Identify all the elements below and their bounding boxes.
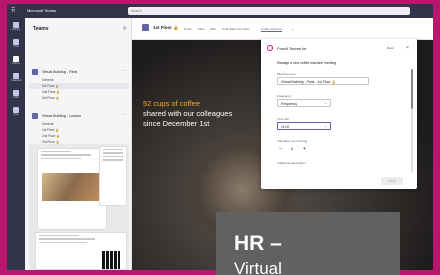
dialog-scrollbar[interactable] xyxy=(411,69,413,173)
team-avatar xyxy=(32,69,38,75)
tab-wiki[interactable]: Wiki xyxy=(210,27,216,31)
meeting-room-label: Meeting room xyxy=(277,72,296,76)
save-button[interactable]: Save xyxy=(381,177,403,185)
increment-button[interactable]: + xyxy=(303,146,306,152)
app-name: Microsoft Teams xyxy=(27,8,57,13)
dialog-header: Poncif Teams for Back × xyxy=(261,39,417,56)
tab-posts[interactable]: Posts xyxy=(184,27,192,31)
coffee-meeting-dialog: Poncif Teams for Back × Manage a new cof… xyxy=(261,39,417,189)
attendees-label: Attendees per meeting xyxy=(277,139,308,143)
rail-item-teams[interactable]: Teams xyxy=(11,56,21,69)
team-photo-image xyxy=(42,173,100,201)
close-icon[interactable]: × xyxy=(406,45,409,51)
rail-item-files[interactable]: Files xyxy=(11,107,21,120)
meeting-room-field[interactable]: Virtual Building - Paris - 1st Floor 🔒 xyxy=(277,77,369,85)
caption-box: HR – Virtual xyxy=(216,212,400,275)
channel-avatar xyxy=(142,24,149,31)
app-logo-icon xyxy=(267,45,273,51)
chevron-down-icon: ⌄ xyxy=(324,124,327,128)
stat-line-3: since December 1st xyxy=(143,119,210,128)
rail-item-calls[interactable]: Calls xyxy=(11,90,21,103)
more-options-icon[interactable]: ··· xyxy=(121,68,125,73)
decrement-button[interactable]: − xyxy=(279,146,282,152)
dialog-footer: Save xyxy=(261,177,417,189)
app-rail: Activity Chat Teams Calendar Calls Files xyxy=(7,18,25,270)
time-slot-label: Time slot xyxy=(277,117,290,121)
frequency-label: Frequency xyxy=(277,94,292,98)
back-button[interactable]: Back xyxy=(387,46,394,50)
frequency-select[interactable]: Frequency ⌄ xyxy=(277,99,331,107)
chevron-down-icon: ⌄ xyxy=(324,101,327,105)
screenshot-collage xyxy=(29,144,129,270)
sidebar-page-image xyxy=(99,146,127,206)
channel-header: 1st Floor 🔒 Posts Files Wiki Cold Water … xyxy=(132,18,433,40)
time-slot-select[interactable]: 11:00 ⌄ xyxy=(277,122,331,130)
stat-line-2: shared with our colleagues xyxy=(143,109,233,118)
coffee-count: 52 cups of coffee xyxy=(143,99,200,108)
team-name: Virtual Building - London xyxy=(42,114,82,118)
team-london[interactable]: Virtual Building - London ··· General 1s… xyxy=(29,112,129,145)
attendees-value[interactable]: 5 xyxy=(291,147,293,151)
document-page-image xyxy=(35,232,127,270)
channel-item[interactable]: 3rd Floor 🔒 xyxy=(29,95,129,101)
team-avatar xyxy=(32,113,38,119)
meeting-room-value: Virtual Building - Paris - 1st Floor 🔒 xyxy=(281,80,336,84)
search-input[interactable]: Search xyxy=(128,7,410,15)
panel-title: Teams xyxy=(33,26,49,32)
frequency-value: Frequency xyxy=(281,102,298,106)
rail-item-activity[interactable]: Activity xyxy=(11,22,21,35)
rail-item-chat[interactable]: Chat xyxy=(11,39,21,52)
caption-title: HR – xyxy=(234,232,282,255)
newsletter-page-image xyxy=(37,148,107,230)
additional-description-label: Additional description xyxy=(277,161,306,165)
calendar-grid-image xyxy=(102,251,120,269)
channel-name: 1st Floor 🔒 xyxy=(153,25,179,30)
caption-subtitle: Virtual xyxy=(234,259,282,275)
team-name: Virtual Building - Paris xyxy=(42,70,78,74)
dialog-title: Poncif Teams for xyxy=(277,46,307,51)
tab-cold-water-fountain[interactable]: Cold Water Fountain xyxy=(222,27,249,31)
tab-files[interactable]: Files xyxy=(198,27,204,31)
title-bar: ⠿ Microsoft Teams Search xyxy=(7,4,433,18)
team-paris[interactable]: Virtual Building - Paris ··· General 1st… xyxy=(29,68,129,101)
add-tab-icon[interactable]: + xyxy=(292,27,294,31)
more-options-icon[interactable]: ··· xyxy=(121,112,125,117)
app-launcher-icon[interactable]: ⠿ xyxy=(11,8,17,14)
time-slot-value: 11:00 xyxy=(281,125,290,129)
dialog-subtitle: Manage a new coffee machine meeting xyxy=(277,61,337,65)
filter-icon[interactable]: ⚲ xyxy=(123,26,127,32)
tab-coffee-machine[interactable]: Coffee Machine xyxy=(261,27,282,32)
rail-item-calendar[interactable]: Calendar xyxy=(11,73,22,86)
